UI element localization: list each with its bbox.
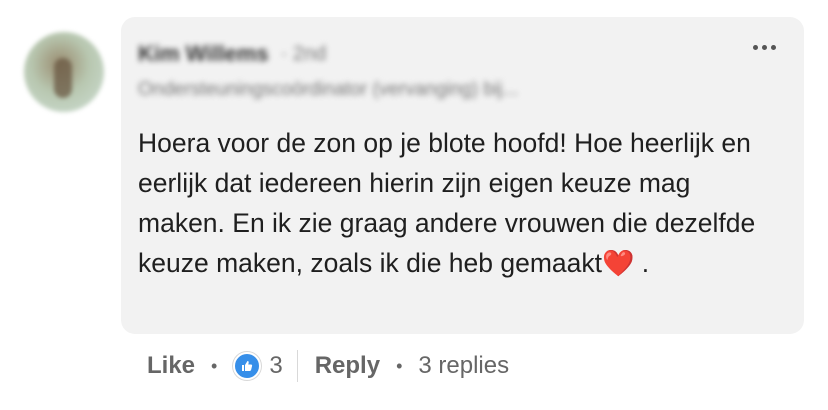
separator-dot: •: [211, 355, 218, 376]
like-button[interactable]: Like: [147, 352, 195, 380]
author-headline: Ondersteuningscoördinator (vervanging) b…: [138, 79, 519, 100]
reply-button[interactable]: Reply: [315, 352, 380, 380]
more-horizontal-icon: [753, 45, 758, 50]
comment-text: Hoera voor de zon op je blote hoofd! Hoe…: [138, 123, 778, 283]
thumbs-up-icon[interactable]: [233, 352, 262, 380]
comment-text-end: .: [641, 248, 650, 278]
replies-link[interactable]: 3 replies: [418, 352, 509, 380]
author-avatar[interactable]: [24, 32, 104, 112]
reaction-count[interactable]: 3: [269, 352, 282, 380]
comment-actions: Like • 3 Reply • 3 replies: [147, 350, 509, 382]
connection-degree: · 2nd: [280, 42, 327, 65]
comment-body: Hoera voor de zon op je blote hoofd! Hoe…: [138, 128, 756, 278]
more-options-button[interactable]: [751, 39, 778, 56]
heart-emoji-icon: ❤️: [602, 248, 635, 278]
author-name[interactable]: Kim Willems: [138, 41, 269, 67]
author-line: Kim Willems · 2nd: [138, 41, 326, 67]
divider: [296, 350, 298, 382]
separator-dot: •: [396, 355, 403, 376]
comment-bubble: Kim Willems · 2nd Ondersteuningscoördina…: [121, 17, 804, 334]
